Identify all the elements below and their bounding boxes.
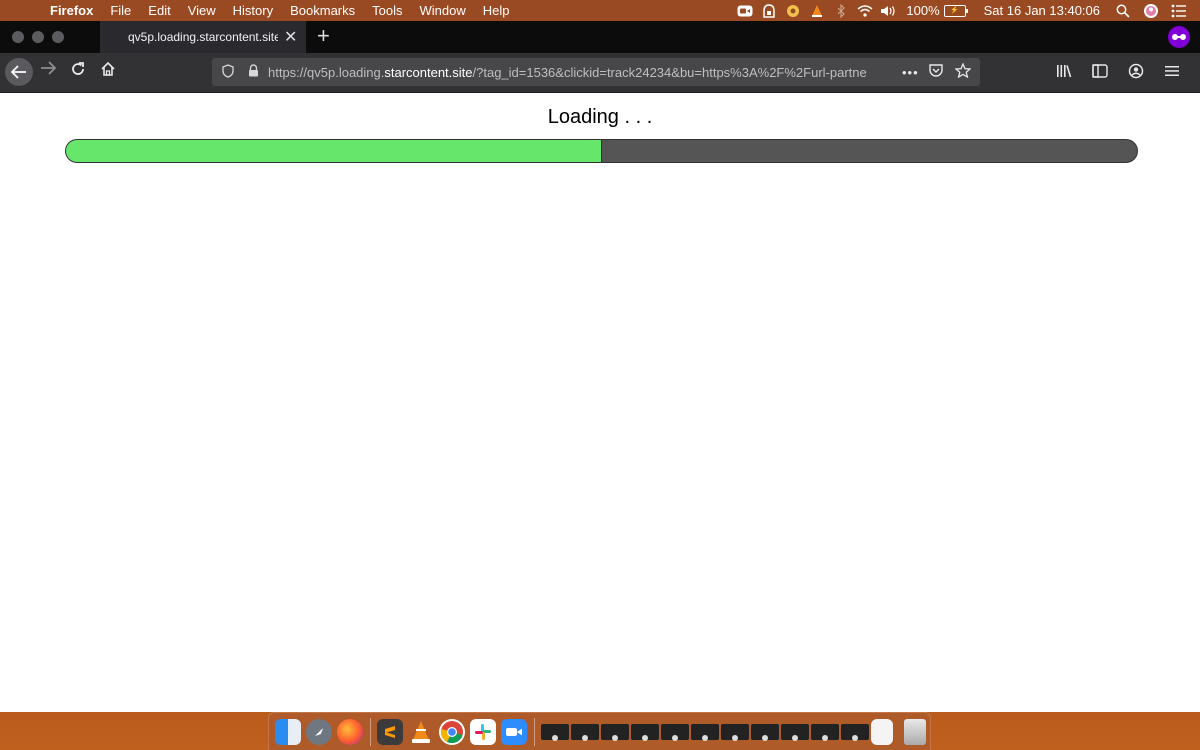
finder-icon[interactable]: [275, 718, 301, 745]
account-icon[interactable]: [1128, 63, 1144, 83]
loading-text: Loading . . .: [547, 106, 653, 128]
close-window-button[interactable]: [12, 31, 24, 43]
menubar: Firefox File Edit View History Bookmarks…: [0, 0, 1200, 21]
calendar-doc-icon[interactable]: [871, 718, 893, 745]
launchpad-icon[interactable]: [306, 718, 332, 745]
nav-bar: https://qv5p.loading.starcontent.site/?t…: [0, 53, 1200, 93]
minimized-window-thumb[interactable]: [571, 723, 599, 741]
menu-window[interactable]: Window: [420, 3, 466, 18]
library-icon[interactable]: [1056, 64, 1072, 82]
private-browsing-icon: [1168, 26, 1190, 48]
sidebar-toggle-icon[interactable]: [1092, 63, 1108, 82]
lock-icon[interactable]: [246, 64, 260, 80]
vlc-icon[interactable]: [808, 3, 826, 19]
page-actions-menu-icon[interactable]: •••: [902, 65, 919, 80]
firefox-window: qv5p.loading.starcontent.site/? ✕ + http…: [0, 21, 1200, 712]
wifi-icon[interactable]: [856, 3, 874, 19]
zoom-window-button[interactable]: [52, 31, 64, 43]
url-domain: starcontent.site: [384, 64, 473, 80]
minimized-window-thumb[interactable]: [781, 723, 809, 741]
menu-bookmarks[interactable]: Bookmarks: [290, 3, 355, 18]
home-button[interactable]: [100, 61, 116, 77]
control-center-icon[interactable]: [1170, 3, 1188, 19]
new-tab-button[interactable]: +: [317, 25, 330, 47]
user-icon[interactable]: [1142, 3, 1160, 19]
url-path: /?tag_id=1536&clickid=track24234&bu=http…: [472, 64, 867, 80]
minimized-window-thumb[interactable]: [661, 723, 689, 741]
minimize-window-button[interactable]: [32, 31, 44, 43]
toolbar-right: [1056, 53, 1200, 92]
battery-percent: 100%: [906, 3, 940, 18]
page-content: Loading . . .: [0, 93, 1200, 712]
url-prefix: https://qv5p.loading.: [268, 64, 385, 80]
bluetooth-icon[interactable]: [832, 3, 850, 19]
tab-active[interactable]: qv5p.loading.starcontent.site/? ✕: [100, 21, 306, 53]
volume-icon[interactable]: [880, 3, 898, 19]
reload-button[interactable]: [70, 61, 86, 77]
chrome-icon[interactable]: [439, 718, 465, 745]
menu-tools[interactable]: Tools: [372, 3, 402, 18]
memory-icon[interactable]: [784, 3, 802, 19]
slack-icon[interactable]: [470, 718, 496, 745]
back-button[interactable]: [5, 58, 33, 86]
tab-title: qv5p.loading.starcontent.site/?: [128, 30, 278, 44]
forward-button[interactable]: [40, 61, 56, 75]
zoom-dock-icon[interactable]: [501, 718, 527, 745]
bookmark-star-icon[interactable]: [953, 61, 972, 82]
minimized-window-thumb[interactable]: [721, 723, 749, 741]
menu-edit[interactable]: Edit: [148, 3, 170, 18]
zoom-icon[interactable]: [736, 3, 754, 19]
url-text: https://qv5p.loading.starcontent.site/?t…: [268, 65, 898, 80]
battery-icon[interactable]: ⚡: [943, 4, 968, 17]
minimized-window-thumb[interactable]: [631, 723, 659, 741]
trash-icon[interactable]: [904, 718, 926, 745]
minimized-window-thumb[interactable]: [841, 723, 869, 741]
window-controls: [12, 31, 72, 43]
vpn-icon[interactable]: [760, 3, 778, 19]
minimized-window-thumb[interactable]: [691, 723, 719, 741]
tracking-protection-icon[interactable]: [220, 63, 236, 81]
minimized-window-thumb[interactable]: [751, 723, 779, 741]
menu-view[interactable]: View: [188, 3, 216, 18]
tab-bar: qv5p.loading.starcontent.site/? ✕ +: [0, 21, 1200, 53]
menu-help[interactable]: Help: [483, 3, 510, 18]
dock: [268, 712, 931, 750]
vlc-dock-icon[interactable]: [408, 719, 434, 745]
firefox-dock-icon[interactable]: [337, 718, 363, 745]
pocket-icon[interactable]: [928, 64, 943, 80]
progress-fill: [66, 140, 602, 162]
hamburger-menu-icon[interactable]: [1164, 64, 1180, 81]
menu-history[interactable]: History: [233, 3, 273, 18]
minimized-window-thumb[interactable]: [811, 723, 839, 741]
status-tray: 100% ⚡ Sat 16 Jan 13:40:06: [730, 0, 1188, 21]
minimized-window-thumb[interactable]: [541, 723, 569, 741]
menu-file[interactable]: File: [110, 3, 131, 18]
tab-close-icon[interactable]: ✕: [284, 27, 297, 47]
dock-separator-2: [534, 717, 535, 746]
clock[interactable]: Sat 16 Jan 13:40:06: [984, 3, 1100, 18]
progress-bar: [65, 139, 1138, 163]
sublime-text-icon[interactable]: [377, 718, 403, 745]
url-bar[interactable]: https://qv5p.loading.starcontent.site/?t…: [212, 58, 980, 86]
menu-app-name[interactable]: Firefox: [50, 3, 93, 18]
minimized-window-thumb[interactable]: [601, 723, 629, 741]
search-icon[interactable]: [1114, 3, 1132, 19]
dock-separator: [370, 717, 371, 746]
